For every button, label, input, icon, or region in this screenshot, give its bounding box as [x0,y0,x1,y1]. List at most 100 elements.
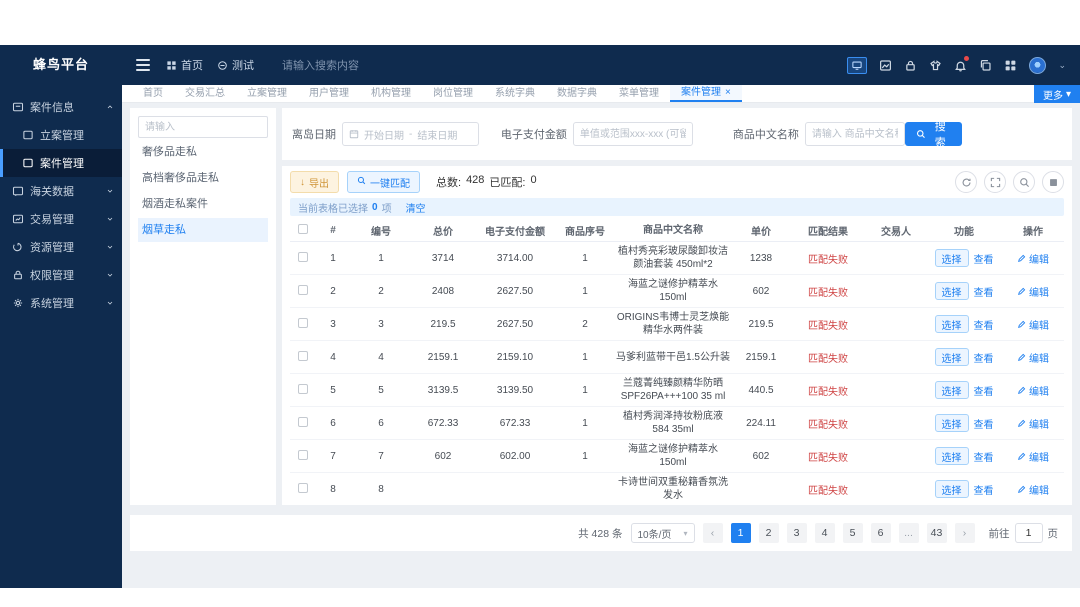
row-checkbox[interactable] [298,284,308,295]
one-click-match-button[interactable]: 一键匹配 [347,171,420,193]
clear-selection-link[interactable]: 清空 [406,200,426,215]
amount-input[interactable] [572,122,693,146]
tab-data-dict[interactable]: 数据字典 [546,85,608,102]
monitor-icon[interactable] [847,56,868,74]
view-link[interactable]: 查看 [974,251,994,266]
prev-page-button[interactable]: ‹ [702,523,723,543]
copy-icon[interactable] [979,59,992,72]
select-button[interactable]: 选择 [934,480,969,498]
theme-skin-icon[interactable] [929,59,942,72]
row-checkbox[interactable] [298,482,308,493]
view-link[interactable]: 查看 [974,449,994,464]
notification-bell-icon[interactable] [954,55,970,72]
search-icon[interactable] [1013,171,1035,193]
page-button-4[interactable]: 4 [814,523,835,543]
sidebar-item-case-management[interactable]: 案件管理 [0,149,122,177]
select-button[interactable]: 选择 [934,447,969,465]
select-button[interactable]: 选择 [934,315,969,333]
row-checkbox[interactable] [298,251,308,262]
tab-org-management[interactable]: 机构管理 [360,85,422,102]
edit-icon [1017,386,1026,395]
user-avatar[interactable] [1029,56,1047,74]
goto-page-input[interactable] [1014,523,1043,543]
global-search[interactable]: 请输入搜索内容 [282,57,359,73]
header-name: 商品中文名称 [643,225,703,236]
category-item[interactable]: 烟酒走私案件 [138,192,268,216]
edit-link[interactable]: 编辑 [1029,482,1049,497]
tab-user-management[interactable]: 用户管理 [298,85,360,102]
edit-link[interactable]: 编辑 [1029,284,1049,299]
select-button[interactable]: 选择 [934,348,969,366]
sidebar-item-permission-management[interactable]: 权限管理 [0,261,122,289]
page-ellipsis[interactable]: ... [898,523,919,543]
row-checkbox[interactable] [298,449,308,460]
category-item[interactable]: 奢侈品走私 [138,140,268,164]
edit-link[interactable]: 编辑 [1029,383,1049,398]
column-settings-icon[interactable] [1042,171,1064,193]
row-checkbox[interactable] [298,383,308,394]
cell-total: 219.5 [430,318,456,330]
row-checkbox[interactable] [298,350,308,361]
apps-grid-icon[interactable] [1004,59,1017,72]
page-button-2[interactable]: 2 [758,523,779,543]
sidebar-item-filing-management[interactable]: 立案管理 [0,121,122,149]
nav-home[interactable]: 首页 [166,57,203,73]
page-size-select[interactable]: 10条/页 ▾ [630,523,695,543]
refresh-icon[interactable] [955,171,977,193]
category-item[interactable]: 高档奢侈品走私 [138,166,268,190]
page-button-5[interactable]: 5 [842,523,863,543]
tab-filing-management[interactable]: 立案管理 [236,85,298,102]
select-button[interactable]: 选择 [934,381,969,399]
sidebar-item-system-management[interactable]: 系统管理 [0,289,122,317]
page-button-1[interactable]: 1 [730,523,751,543]
close-icon[interactable]: × [725,84,731,101]
search-button[interactable]: 搜索 [904,121,962,149]
view-link[interactable]: 查看 [974,317,994,332]
tab-trade-summary[interactable]: 交易汇总 [174,85,236,102]
sidebar-item-resource-management[interactable]: 资源管理 [0,233,122,261]
fullscreen-icon[interactable] [984,171,1006,193]
nav-test[interactable]: 测试 [217,57,254,73]
export-button[interactable]: ↓ 导出 [290,171,339,193]
select-button[interactable]: 选择 [934,249,969,267]
tab-home[interactable]: 首页 [132,85,174,102]
edit-link[interactable]: 编辑 [1029,449,1049,464]
cell-no: 5 [378,384,384,396]
product-name-input[interactable] [804,122,905,146]
tab-case-management[interactable]: 案件管理 × [670,85,742,102]
tab-system-dict[interactable]: 系统字典 [484,85,546,102]
sidebar-item-trade-management[interactable]: 交易管理 [0,205,122,233]
edit-link[interactable]: 编辑 [1029,350,1049,365]
edit-link[interactable]: 编辑 [1029,251,1049,266]
page-button-6[interactable]: 6 [870,523,891,543]
edit-link[interactable]: 编辑 [1029,317,1049,332]
view-link[interactable]: 查看 [974,383,994,398]
goto-page: 前往 页 [989,523,1058,543]
page-button-43[interactable]: 43 [926,523,947,543]
lock-icon[interactable] [904,59,917,72]
next-page-button[interactable]: › [954,523,975,543]
view-link[interactable]: 查看 [974,416,994,431]
date-separator: - [409,128,413,140]
row-checkbox[interactable] [298,416,308,427]
select-button[interactable]: 选择 [934,414,969,432]
category-search-input[interactable] [138,116,268,138]
view-link[interactable]: 查看 [974,284,994,299]
tab-menu-management[interactable]: 菜单管理 [608,85,670,102]
row-checkbox[interactable] [298,317,308,328]
sidebar-item-customs-data[interactable]: 海关数据 [0,177,122,205]
edit-link[interactable]: 编辑 [1029,416,1049,431]
menu-toggle-icon[interactable] [136,59,150,71]
view-link[interactable]: 查看 [974,482,994,497]
chevron-down-icon[interactable]: ⌄ [1058,60,1066,71]
more-tabs-button[interactable]: 更多 ▾ [1034,85,1080,103]
screenshot-icon[interactable] [879,59,892,72]
date-range-picker[interactable]: 开始日期 - 结束日期 [342,122,479,146]
select-button[interactable]: 选择 [934,282,969,300]
sidebar-item-case-info[interactable]: 案件信息 [0,93,122,121]
view-link[interactable]: 查看 [974,350,994,365]
select-all-checkbox[interactable] [298,224,308,234]
category-item-selected[interactable]: 烟草走私 [138,218,268,242]
page-button-3[interactable]: 3 [786,523,807,543]
tab-post-management[interactable]: 岗位管理 [422,85,484,102]
